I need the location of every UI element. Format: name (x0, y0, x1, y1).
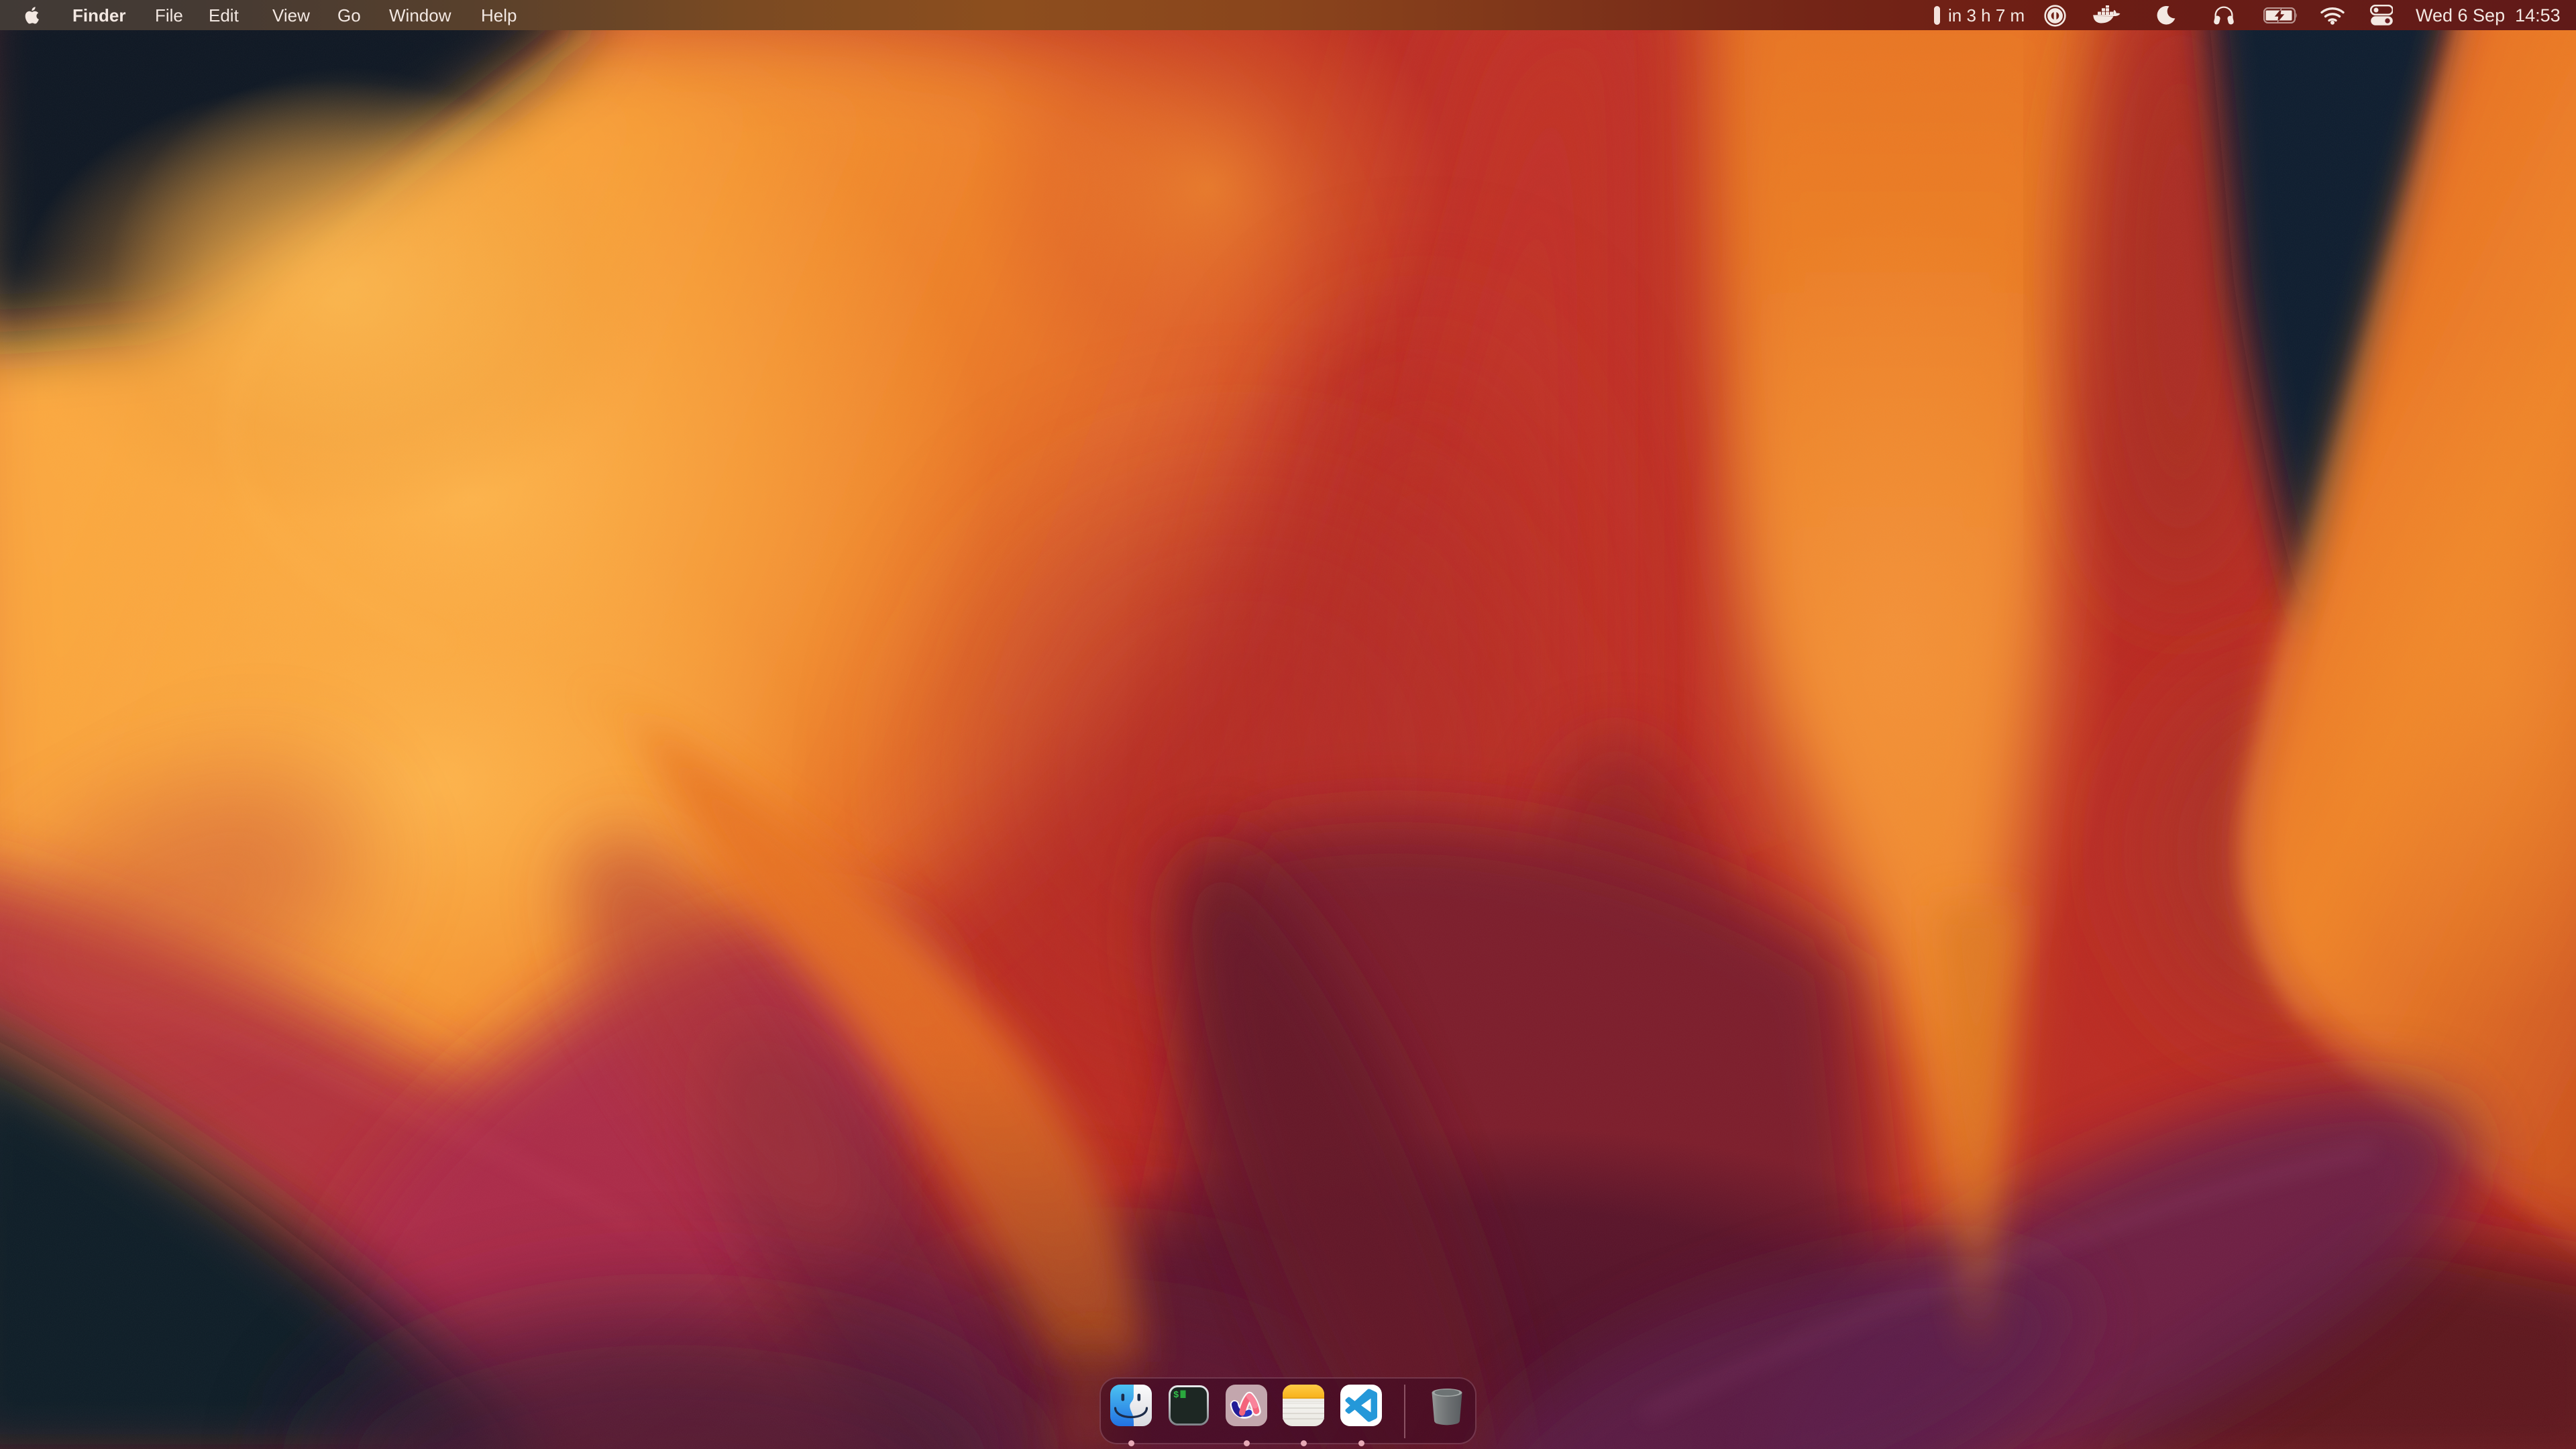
svg-text:$: $ (1173, 1390, 1179, 1401)
